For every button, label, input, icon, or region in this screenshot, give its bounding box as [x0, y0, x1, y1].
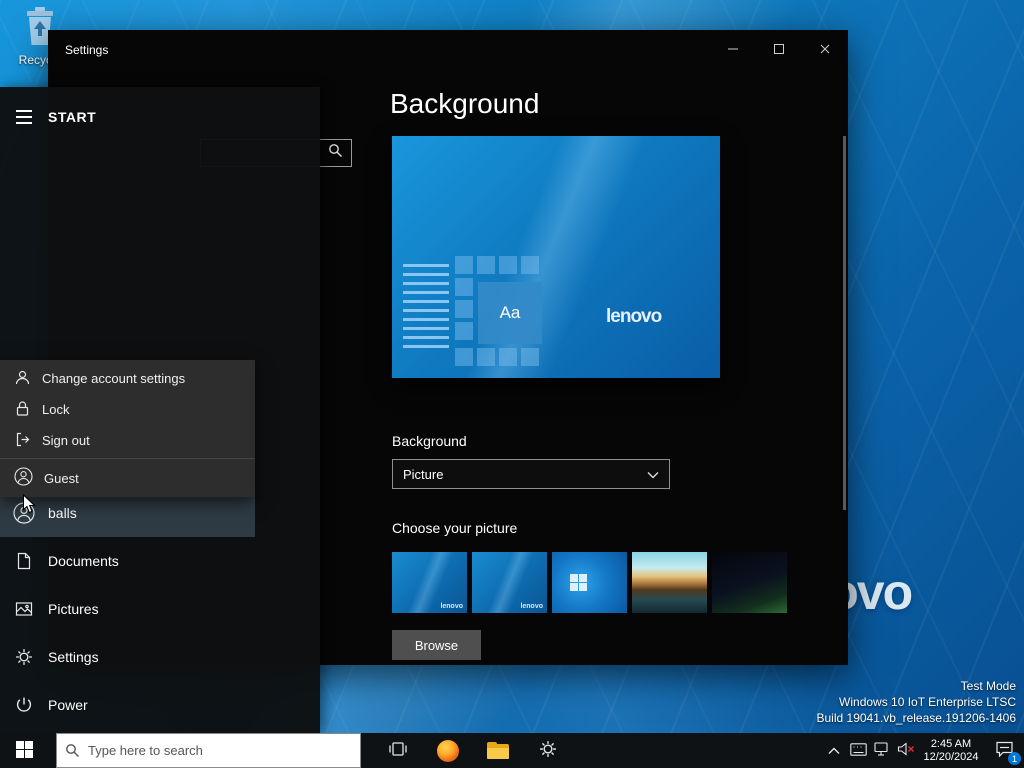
- close-icon: [817, 41, 833, 60]
- preview-aa-tile: Aa: [478, 282, 542, 344]
- guest-avatar-icon: [14, 467, 33, 489]
- tray-overflow-button[interactable]: [822, 733, 846, 768]
- clock-date: 12/20/2024: [923, 750, 979, 763]
- background-dropdown-label: Background: [392, 433, 467, 449]
- background-type-dropdown[interactable]: Picture: [392, 459, 670, 489]
- hamburger-menu-button[interactable]: [0, 101, 48, 133]
- taskbar: 2:45 AM 12/20/2024 1: [0, 733, 1024, 768]
- start-button[interactable]: [0, 733, 48, 768]
- network-icon: [873, 742, 891, 759]
- start-item-label: balls: [48, 505, 77, 521]
- test-mode-line1: Test Mode: [960, 679, 1016, 693]
- pictures-icon: [0, 599, 48, 619]
- thumb2-watermark: lenovo: [520, 603, 543, 610]
- taskbar-clock[interactable]: 2:45 AM 12/20/2024: [918, 733, 984, 768]
- background-preview: Aa lenovo: [392, 136, 720, 378]
- file-explorer-icon: [487, 742, 509, 759]
- system-tray: 2:45 AM 12/20/2024 1: [822, 733, 1024, 768]
- start-item-label: Documents: [48, 553, 119, 569]
- file-explorer-button[interactable]: [473, 733, 523, 768]
- search-input[interactable]: [88, 743, 360, 758]
- flyout-divider: [0, 458, 255, 459]
- volume-muted-button[interactable]: [894, 733, 918, 768]
- start-item-settings[interactable]: Settings: [0, 633, 255, 681]
- gear-icon: [0, 647, 48, 667]
- power-icon: [0, 695, 48, 715]
- search-icon: [65, 743, 80, 758]
- flyout-item-label: Guest: [44, 470, 79, 486]
- start-item-documents[interactable]: Documents: [0, 537, 255, 585]
- settings-taskbar-button[interactable]: [523, 733, 573, 768]
- windows-logo-icon: [15, 740, 33, 761]
- clock-time: 2:45 AM: [930, 737, 972, 750]
- gear-icon: [538, 739, 558, 762]
- notification-badge: 1: [1008, 752, 1021, 765]
- choose-picture-label: Choose your picture: [392, 520, 518, 536]
- firefox-button[interactable]: [423, 733, 473, 768]
- start-menu: START Change account settings Lock Sign …: [0, 87, 320, 733]
- page-title: Background: [390, 88, 540, 119]
- maximize-icon: [771, 41, 787, 60]
- window-title: Settings: [65, 43, 109, 57]
- taskbar-search[interactable]: [56, 733, 361, 768]
- test-mode-watermark: Test Mode Windows 10 IoT Enterprise LTSC…: [817, 678, 1017, 726]
- screen: lenovo Recycle Test Mode Windows 10 IoT …: [0, 0, 1024, 768]
- sign-out-icon: [14, 431, 31, 451]
- start-item-label: Power: [48, 697, 88, 713]
- close-button[interactable]: [802, 30, 848, 70]
- account-settings-icon: [14, 369, 31, 389]
- window-controls: [710, 30, 848, 70]
- chevron-up-icon: [828, 743, 840, 758]
- browse-button[interactable]: Browse: [392, 630, 481, 660]
- task-view-button[interactable]: [373, 733, 423, 768]
- volume-muted-icon: [897, 742, 915, 759]
- start-menu-header: START: [0, 101, 96, 133]
- maximize-button[interactable]: [756, 30, 802, 70]
- search-icon: [328, 143, 343, 163]
- thumbnail-lenovo-2[interactable]: lenovo: [472, 552, 547, 613]
- flyout-change-account-settings[interactable]: Change account settings: [0, 363, 255, 394]
- flyout-lock[interactable]: Lock: [0, 394, 255, 425]
- action-center-button[interactable]: 1: [984, 733, 1024, 768]
- user-account-flyout: Change account settings Lock Sign out Gu…: [0, 360, 255, 497]
- settings-title-bar: Settings: [48, 30, 848, 70]
- start-item-label: Pictures: [48, 601, 99, 617]
- preview-start-list: [403, 264, 449, 348]
- start-item-label: Settings: [48, 649, 99, 665]
- start-menu-title: START: [48, 109, 97, 125]
- flyout-item-label: Change account settings: [42, 371, 186, 386]
- touch-keyboard-button[interactable]: [846, 733, 870, 768]
- start-item-pictures[interactable]: Pictures: [0, 585, 255, 633]
- flyout-guest[interactable]: Guest: [0, 461, 255, 495]
- thumbnail-night-sky[interactable]: [712, 552, 787, 613]
- thumbnail-windows-default[interactable]: [552, 552, 627, 613]
- touch-keyboard-icon: [849, 742, 867, 759]
- chevron-down-icon: [647, 467, 659, 482]
- thumbnail-lenovo-1[interactable]: lenovo: [392, 552, 467, 613]
- background-type-value: Picture: [403, 466, 444, 482]
- documents-icon: [0, 551, 48, 571]
- test-mode-line3: Build 19041.vb_release.191206-1406: [816, 711, 1017, 725]
- minimize-button[interactable]: [710, 30, 756, 70]
- start-item-power[interactable]: Power: [0, 681, 255, 729]
- network-button[interactable]: [870, 733, 894, 768]
- firefox-icon: [437, 739, 459, 762]
- picture-thumbnails: lenovo lenovo: [392, 552, 787, 613]
- preview-lenovo-watermark: lenovo: [606, 306, 662, 327]
- flyout-item-label: Lock: [42, 402, 70, 417]
- minimize-icon: [725, 41, 741, 60]
- user-avatar-icon: [0, 502, 48, 524]
- thumb1-watermark: lenovo: [440, 603, 463, 610]
- settings-scrollbar[interactable]: [843, 136, 846, 510]
- thumbnail-beach[interactable]: [632, 552, 707, 613]
- lock-icon: [14, 400, 31, 420]
- flyout-item-label: Sign out: [42, 433, 90, 448]
- taskbar-app-icons: [373, 733, 573, 768]
- windows-logo-icon: [570, 574, 587, 591]
- flyout-sign-out[interactable]: Sign out: [0, 425, 255, 456]
- task-view-icon: [388, 739, 408, 762]
- test-mode-line2: Windows 10 IoT Enterprise LTSC: [839, 695, 1016, 709]
